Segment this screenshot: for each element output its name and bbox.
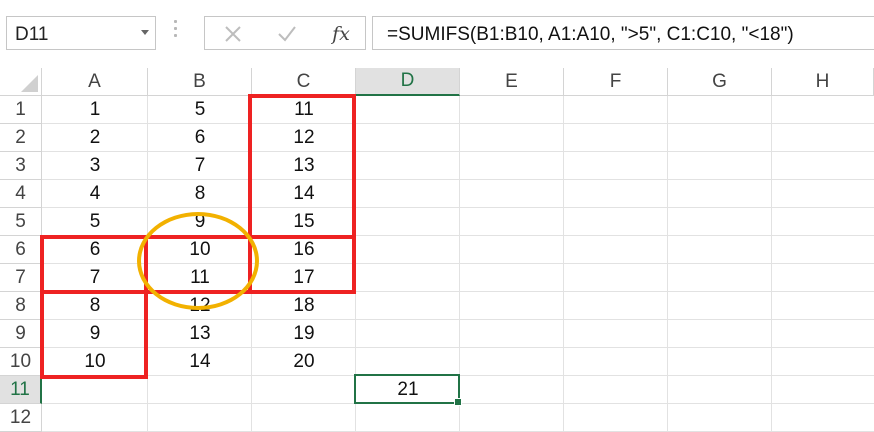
cell-d6[interactable] (356, 236, 460, 264)
cell-d1[interactable] (356, 96, 460, 124)
cell-a1[interactable]: 1 (42, 96, 148, 124)
cell-b2[interactable]: 6 (148, 124, 252, 152)
cell-b12[interactable] (148, 404, 252, 432)
fill-handle[interactable] (454, 398, 462, 406)
cell-d7[interactable] (356, 264, 460, 292)
cell-c8[interactable]: 18 (252, 292, 356, 320)
row-header-6[interactable]: 6 (0, 236, 42, 264)
cell-b10[interactable]: 14 (148, 348, 252, 376)
column-header-f[interactable]: F (564, 68, 668, 96)
cell-b1[interactable]: 5 (148, 96, 252, 124)
close-icon (225, 26, 241, 42)
highlight-circle-b6-b7 (137, 212, 259, 310)
cell-d3[interactable] (356, 152, 460, 180)
cell-c10[interactable]: 20 (252, 348, 356, 376)
name-box-value: D11 (15, 24, 49, 45)
column-header-g[interactable]: G (668, 68, 772, 96)
cell-d8[interactable] (356, 292, 460, 320)
cancel-button[interactable] (219, 21, 247, 47)
cell-d10[interactable] (356, 348, 460, 376)
row-header-9[interactable]: 9 (0, 320, 42, 348)
cell-d9[interactable] (356, 320, 460, 348)
cell-a12[interactable] (42, 404, 148, 432)
row-header-11[interactable]: 11 (0, 376, 42, 404)
cell-b11[interactable] (148, 376, 252, 404)
column-header-c[interactable]: C (252, 68, 356, 96)
row-header-5[interactable]: 5 (0, 208, 42, 236)
row-header-8[interactable]: 8 (0, 292, 42, 320)
formula-input[interactable]: =SUMIFS(B1:B10, A1:A10, ">5", C1:C10, "<… (372, 16, 874, 50)
check-icon (278, 26, 296, 42)
gridline (771, 96, 772, 432)
row-header-12[interactable]: 12 (0, 404, 42, 432)
grip-dots-icon (174, 20, 178, 46)
formula-buttons: fx (204, 16, 366, 50)
cell-d2[interactable] (356, 124, 460, 152)
cell-c11[interactable] (252, 376, 356, 404)
column-header-e[interactable]: E (460, 68, 564, 96)
active-cell-selection[interactable] (354, 374, 462, 406)
row-header-7[interactable]: 7 (0, 264, 42, 292)
highlight-a6-a10 (40, 235, 148, 379)
cell-d4[interactable] (356, 180, 460, 208)
gridline (667, 96, 668, 432)
name-box[interactable]: D11 (6, 16, 156, 50)
formula-toolbar: D11 fx =SUMIFS(B1:B10, A1:A10, ">5", C1:… (0, 0, 874, 68)
row-header-2[interactable]: 2 (0, 124, 42, 152)
cell-b9[interactable]: 13 (148, 320, 252, 348)
formula-text: =SUMIFS(B1:B10, A1:A10, ">5", C1:C10, "<… (387, 24, 794, 45)
row-header-3[interactable]: 3 (0, 152, 42, 180)
gridline (563, 96, 564, 432)
select-all-icon (21, 75, 38, 92)
cell-b3[interactable]: 7 (148, 152, 252, 180)
row-header-1[interactable]: 1 (0, 96, 42, 124)
select-all-corner[interactable] (0, 68, 42, 96)
insert-function-button[interactable]: fx (327, 21, 355, 47)
cell-a4[interactable]: 4 (42, 180, 148, 208)
cell-c9[interactable]: 19 (252, 320, 356, 348)
cell-a11[interactable] (42, 376, 148, 404)
column-header-a[interactable]: A (42, 68, 148, 96)
cell-c12[interactable] (252, 404, 356, 432)
cell-a3[interactable]: 3 (42, 152, 148, 180)
column-header-h[interactable]: H (772, 68, 874, 96)
cell-a2[interactable]: 2 (42, 124, 148, 152)
cell-a5[interactable]: 5 (42, 208, 148, 236)
column-header-d[interactable]: D (356, 68, 460, 96)
chevron-down-icon[interactable] (141, 30, 149, 35)
row-header-10[interactable]: 10 (0, 348, 42, 376)
cell-d5[interactable] (356, 208, 460, 236)
cell-b4[interactable]: 8 (148, 180, 252, 208)
fx-icon: fx (332, 23, 350, 45)
enter-button[interactable] (273, 21, 301, 47)
cell-d12[interactable] (356, 404, 460, 432)
column-header-b[interactable]: B (148, 68, 252, 96)
row-header-4[interactable]: 4 (0, 180, 42, 208)
